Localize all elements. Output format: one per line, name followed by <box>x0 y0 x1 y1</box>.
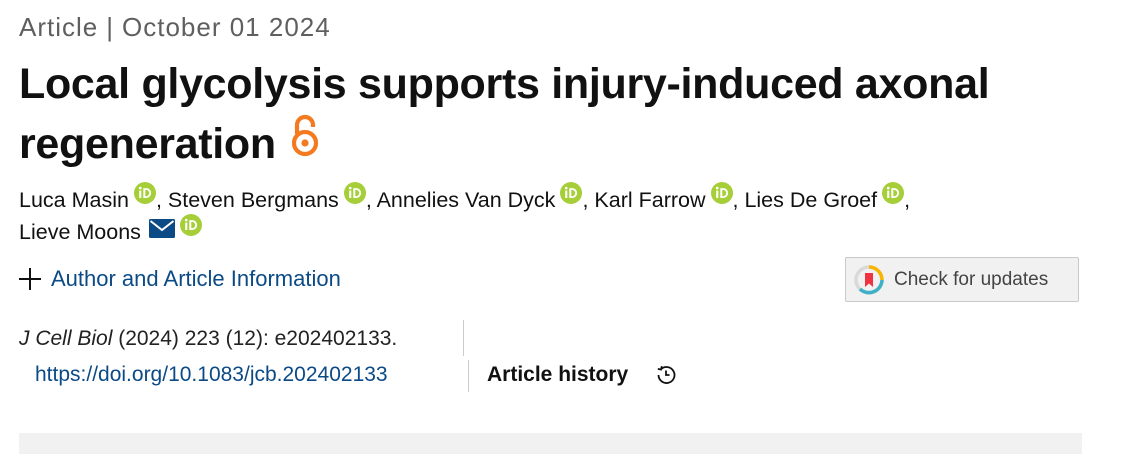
author: Annelies Van Dyck <box>377 181 583 212</box>
content-bar <box>19 433 1082 454</box>
orcid-icon[interactable] <box>179 213 202 245</box>
author-name[interactable]: Luca Masin <box>19 188 129 212</box>
article-title: Local glycolysis supports injury-induced… <box>19 54 1079 177</box>
author-article-info-label: Author and Article Information <box>51 266 341 291</box>
author: Lieve Moons <box>19 213 202 244</box>
doi-link[interactable]: https://doi.org/10.1083/jcb.202402133 <box>35 363 388 387</box>
author-name[interactable]: Lieve Moons <box>19 220 141 244</box>
author-separator: , <box>904 188 911 212</box>
author-separator: , <box>365 188 377 212</box>
author-name[interactable]: Annelies Van Dyck <box>377 188 556 212</box>
author-separator: , <box>732 188 745 212</box>
author-name[interactable]: Karl Farrow <box>594 188 705 212</box>
divider <box>468 360 469 392</box>
orcid-icon[interactable] <box>882 181 905 213</box>
meta-separator: | <box>106 12 115 42</box>
author: Lies De Groef <box>744 181 905 212</box>
orcid-icon[interactable] <box>133 181 156 213</box>
envelope-icon[interactable] <box>148 216 175 247</box>
citation: J Cell Biol (2024) 223 (12): e202402133. <box>19 327 397 351</box>
author: Luca Masin <box>19 181 156 212</box>
orcid-icon[interactable] <box>710 181 733 213</box>
orcid-icon[interactable] <box>560 181 583 213</box>
open-access-lock-icon <box>290 113 320 173</box>
author: Steven Bergmans <box>168 181 366 212</box>
author-name[interactable]: Lies De Groef <box>744 188 877 212</box>
orcid-icon[interactable] <box>343 181 366 213</box>
article-title-text: Local glycolysis supports injury-induced… <box>19 60 990 168</box>
author-article-info-toggle[interactable]: Author and Article Information <box>19 266 341 292</box>
check-for-updates-button[interactable]: Check for updates <box>845 257 1079 302</box>
citation-details: (2024) 223 (12): e202402133. <box>112 327 398 350</box>
author-name[interactable]: Steven Bergmans <box>168 188 339 212</box>
journal-name: J Cell Biol <box>19 327 113 350</box>
plus-icon <box>19 268 41 290</box>
author-separator: , <box>582 188 595 212</box>
crossmark-icon <box>854 264 884 295</box>
check-for-updates-label: Check for updates <box>894 268 1049 290</box>
author: Karl Farrow <box>594 181 733 212</box>
history-clock-icon[interactable] <box>654 363 678 387</box>
divider <box>463 320 464 356</box>
author-list: Luca Masin, Steven Bergmans, Annelies Va… <box>19 181 1099 249</box>
article-history-button[interactable]: Article history <box>487 363 628 387</box>
article-type: Article <box>19 12 99 42</box>
author-separator: , <box>155 188 168 212</box>
article-meta: Article | October 01 2024 <box>19 12 331 43</box>
publication-date: October 01 2024 <box>122 12 331 42</box>
